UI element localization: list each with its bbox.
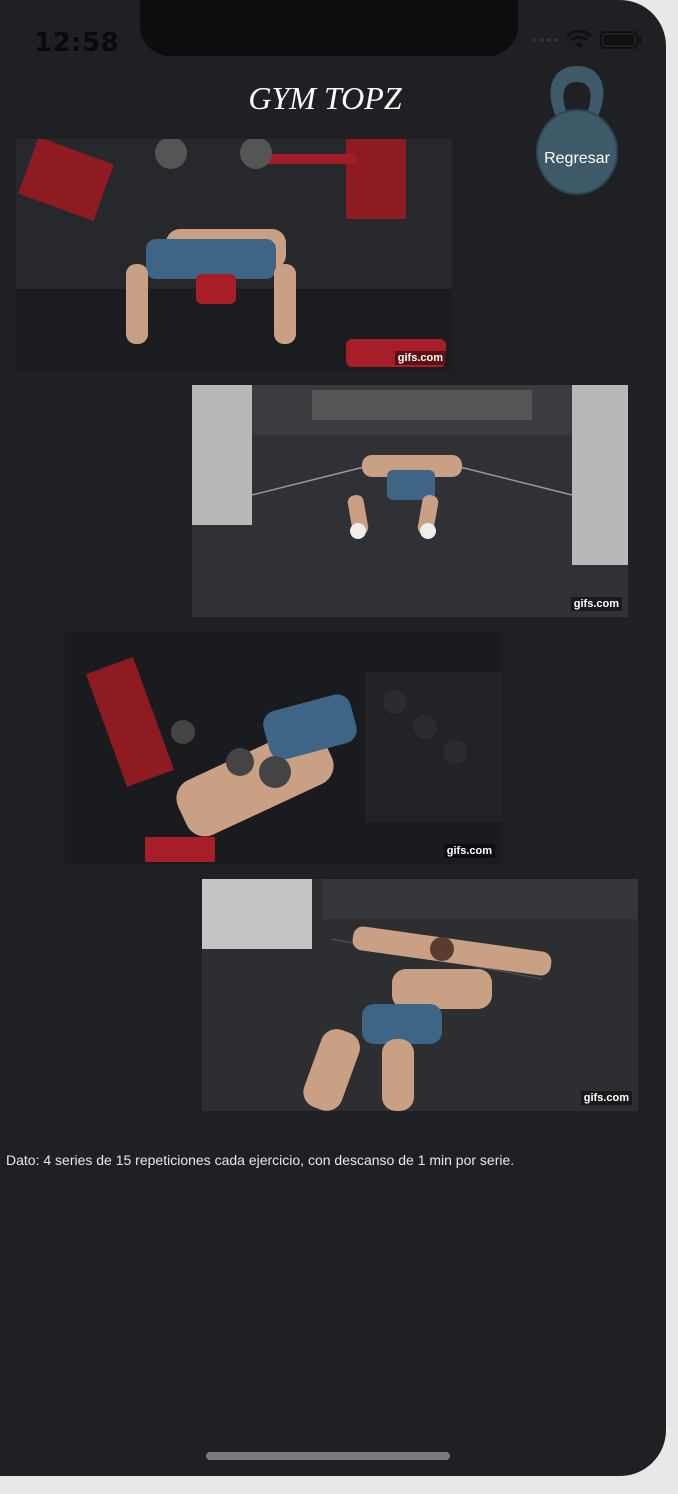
exercise-gif: gifs.com — [202, 879, 638, 1111]
gif-watermark: gifs.com — [580, 1091, 632, 1105]
cellular-signal-icon — [533, 38, 558, 42]
back-button[interactable]: Regresar — [534, 60, 620, 198]
status-icons — [533, 30, 642, 50]
exercise-gif: gifs.com — [192, 385, 628, 617]
exercise-gif: gifs.com — [65, 632, 501, 864]
back-button-label: Regresar — [544, 150, 610, 167]
gif-watermark: gifs.com — [570, 597, 622, 611]
battery-icon — [600, 31, 642, 49]
home-indicator[interactable] — [206, 1452, 450, 1460]
workout-note: Dato: 4 series de 15 repeticiones cada e… — [6, 1152, 515, 1168]
status-time: 12:58 — [34, 28, 120, 58]
device-notch — [140, 0, 518, 56]
exercise-gif: gifs.com — [16, 139, 452, 371]
kettlebell-icon — [536, 66, 618, 195]
app-screen: 12:58 GYM TOPZ Regresar gifs.com gifs.co… — [0, 0, 666, 1476]
wifi-icon — [566, 30, 592, 48]
gif-watermark: gifs.com — [394, 351, 446, 365]
gif-watermark: gifs.com — [443, 844, 495, 858]
